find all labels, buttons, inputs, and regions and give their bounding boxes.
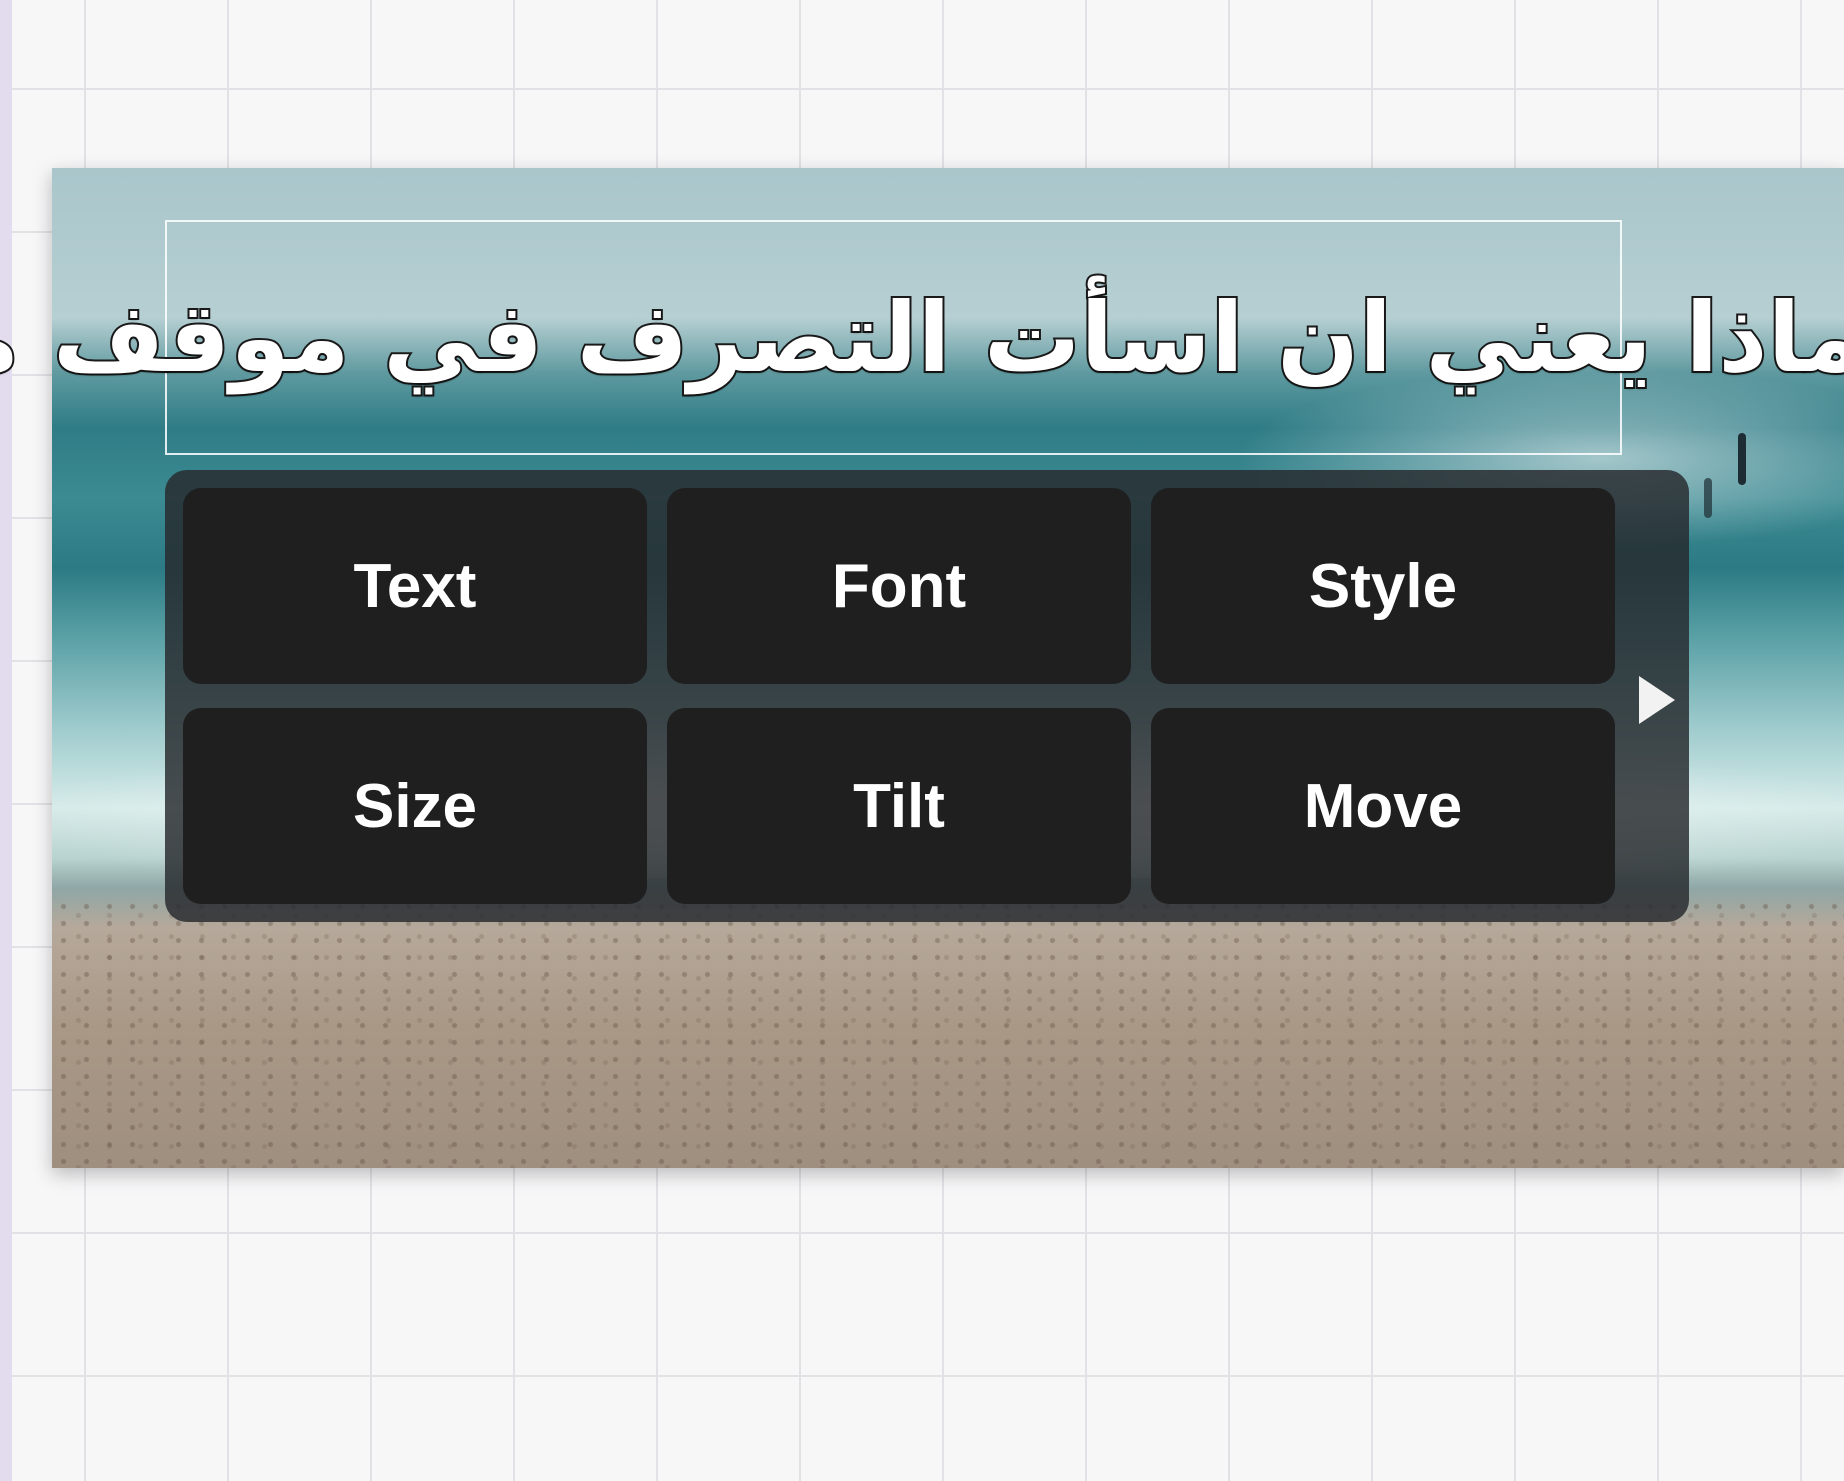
- edit-button-grid: Text Font Style Size Tilt Move: [183, 488, 1615, 904]
- move-button[interactable]: Move: [1151, 708, 1615, 904]
- sidebar-edge: [0, 0, 12, 1481]
- style-button[interactable]: Style: [1151, 488, 1615, 684]
- size-button[interactable]: Size: [183, 708, 647, 904]
- font-button[interactable]: Font: [667, 488, 1131, 684]
- tilt-button[interactable]: Tilt: [667, 708, 1131, 904]
- caption-text[interactable]: ماذا يعني ان اسأت التصرف في موقف ما: [0, 288, 1844, 388]
- text-edit-menu: Text Font Style Size Tilt Move: [165, 470, 1689, 922]
- beach-sand: [52, 898, 1844, 1168]
- caption-selection-box[interactable]: ماذا يعني ان اسأت التصرف في موقف ما: [0, 220, 1844, 455]
- play-triangle-right-icon[interactable]: [1639, 676, 1675, 724]
- text-button[interactable]: Text: [183, 488, 647, 684]
- surfer-figure: [1738, 433, 1746, 485]
- surfer-figure: [1704, 478, 1712, 518]
